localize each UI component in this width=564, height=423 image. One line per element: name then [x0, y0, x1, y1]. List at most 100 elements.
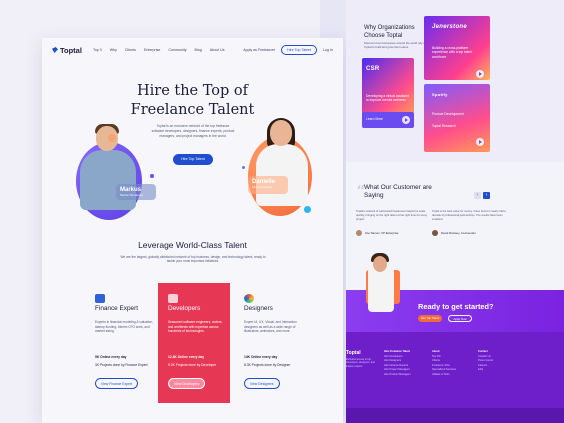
nav-link-enterprise[interactable]: Enterprise	[144, 48, 160, 52]
tile-label: CSR	[366, 66, 380, 72]
tile-text: Product Development	[432, 112, 464, 116]
person-danielle-body	[256, 144, 308, 206]
card-desc: Seasoned software engineers, coders, and…	[168, 320, 223, 334]
hero-title: Hire the Top of Freelance Talent	[42, 82, 343, 120]
case-tile-spotify[interactable]: Spotify Product Development Toptal Resea…	[424, 84, 490, 152]
decor-dot-small	[242, 166, 245, 169]
tile-text: Toptal Research	[432, 124, 456, 128]
cta-person-head	[373, 256, 387, 272]
footer-logo[interactable]: Toptal	[346, 350, 361, 356]
avatar	[356, 230, 362, 236]
view-finance-expert-button[interactable]: View Finance Expert	[95, 378, 139, 389]
leverage-title: Leverage World-Class Talent	[138, 240, 247, 250]
card-desc: Experts in financial modeling & valuatio…	[95, 320, 154, 334]
footer-col-hire: Hire Freelance Talent Hire Developers Hi…	[384, 350, 411, 378]
nav-actions: Apply as Freelancer Hire Top Talent Log …	[243, 45, 333, 55]
prev-arrow-icon[interactable]: ‹	[474, 192, 481, 199]
nav-link-community[interactable]: Community	[168, 48, 186, 52]
card-stat-projects: 8.3K Projects done by Designer	[244, 363, 291, 367]
view-designers-button[interactable]: View Designers	[244, 378, 280, 389]
nav-link-why[interactable]: Why	[110, 48, 117, 52]
top-nav: Toptal Top 3 Why Clients Enterprise Comm…	[42, 38, 343, 62]
tile-text: Building a cross-platform experience wit…	[432, 46, 473, 59]
testimonial-arrows: ‹ ›	[474, 192, 490, 199]
card-title: Designers	[244, 305, 273, 312]
person-danielle-head	[270, 120, 292, 146]
cta-footer-section: Ready to get started? Hire Top Talent Ap…	[346, 253, 564, 423]
author-name: Derek Ramsey, Co-Founder	[441, 231, 476, 235]
play-icon	[402, 116, 410, 124]
play-icon	[476, 70, 484, 78]
footer-bottom-bar	[346, 408, 564, 423]
tile-label: Jenerstone	[432, 24, 468, 30]
hero-title-line1: Hire the Top of	[136, 83, 249, 99]
person-card-danielle: Danielle Finance Expert	[248, 176, 288, 194]
footer-about: Exclusive access to top developers, desi…	[346, 358, 375, 368]
card-stat-online: 5K Online every day	[95, 355, 127, 359]
card-title: Finance Expert	[95, 305, 138, 312]
logo-text: Toptal	[60, 45, 82, 55]
card-stat-projects: 9.2K Projects done by Developer	[168, 363, 217, 367]
footer-col-about: About Top 3% Clients Freelance Jobs Spec…	[432, 350, 456, 378]
card-designers: Designers Expert UI, UX, Visual, and Int…	[234, 283, 306, 403]
designer-icon	[244, 294, 254, 303]
landing-page: Toptal Top 3 Why Clients Enterprise Comm…	[42, 38, 343, 423]
testimonial-author: Zoe Tannen, VP Enterprise	[356, 230, 398, 236]
card-desc: Expert UI, UX, Visual, and Interaction d…	[244, 320, 297, 334]
person-markus-body	[80, 150, 136, 210]
decor-dot-orange	[108, 134, 116, 142]
hire-top-talent-button[interactable]: Hire Top Talent	[173, 154, 213, 165]
cta-apply-button[interactable]: Apply Now	[448, 315, 472, 322]
footer-link[interactable]: Utilities & Tools	[432, 373, 456, 378]
person-role-danielle: Finance Expert	[252, 185, 273, 189]
footer-link[interactable]: FAQ	[478, 368, 493, 373]
footer-col-contact: Contact Contact Us Press Center Careers …	[478, 350, 493, 373]
person-card-markus: Markus Senior Developer	[116, 184, 156, 200]
case-tile-jenerstone[interactable]: Jenerstone Building a cross-platform exp…	[424, 16, 490, 80]
cta-title: Ready to get started?	[418, 302, 494, 311]
finance-icon	[95, 294, 105, 303]
hero-title-line2: Freelance Talent	[130, 102, 255, 118]
testimonial-text: Toptal is the best value for money I hav…	[432, 210, 506, 221]
decor-dot-purple	[150, 174, 154, 178]
view-developers-button[interactable]: View Developers	[168, 378, 206, 389]
play-icon	[476, 138, 484, 146]
testimonial-text: Toptal's network of well-tested freelanc…	[356, 210, 428, 221]
testimonials-title: What Our Customer are Saying	[364, 184, 432, 199]
card-developers: Developers Seasoned software engineers, …	[158, 283, 230, 403]
apply-link[interactable]: Apply as Freelancer	[243, 48, 275, 52]
cta-hire-button[interactable]: Hire Top Talent	[418, 315, 442, 322]
nav-link-about[interactable]: About Us	[210, 48, 225, 52]
avatar	[432, 230, 438, 236]
card-stat-online: 14K Online every day	[244, 355, 278, 359]
tile-text: Developing a virtual assistant to improv…	[366, 94, 409, 103]
nav-link-clients[interactable]: Clients	[125, 48, 136, 52]
leverage-subtitle: We are the largest, globally distributed…	[120, 255, 266, 264]
footer-col-heading: Hire Freelance Talent	[384, 350, 411, 353]
testimonial-author: Derek Ramsey, Co-Founder	[432, 230, 476, 236]
next-arrow-icon[interactable]: ›	[483, 192, 490, 199]
card-finance-expert: Finance Expert Experts in financial mode…	[85, 283, 157, 403]
logo[interactable]: Toptal	[52, 46, 82, 55]
cta-banner: Ready to get started? Hire Top Talent Ap…	[346, 253, 564, 332]
nav-link-blog[interactable]: Blog	[195, 48, 202, 52]
tile-label: Spotify	[432, 92, 448, 97]
nav-links: Top 3 Why Clients Enterprise Community B…	[93, 48, 225, 52]
hire-top-talent-nav-button[interactable]: Hire Top Talent	[281, 45, 317, 55]
card-stat-online: 12.4K Online every day	[168, 355, 205, 359]
tile-text: Learn More	[366, 117, 383, 121]
decor-dot-blue	[304, 206, 311, 213]
person-role-markus: Senior Developer	[120, 193, 144, 197]
why-subtitle: Discover how businesses around the world…	[364, 41, 427, 49]
why-organizations-section: Why Organizations Choose Toptal Discover…	[346, 0, 564, 162]
login-link[interactable]: Log In	[323, 48, 333, 52]
developer-icon	[168, 294, 178, 303]
nav-link-top3[interactable]: Top 3	[93, 48, 102, 52]
footer-link[interactable]: Hire Product Managers	[384, 373, 411, 378]
card-title: Developers	[168, 305, 201, 312]
hero-subtitle: Toptal is an exclusive network of the to…	[151, 124, 235, 138]
card-stat-projects: 3K Projects done by Finance Expert	[95, 363, 148, 367]
toptal-logo-icon	[52, 47, 58, 53]
author-name: Zoe Tannen, VP Enterprise	[365, 231, 399, 235]
case-tile-learn[interactable]: Learn More	[362, 112, 414, 128]
